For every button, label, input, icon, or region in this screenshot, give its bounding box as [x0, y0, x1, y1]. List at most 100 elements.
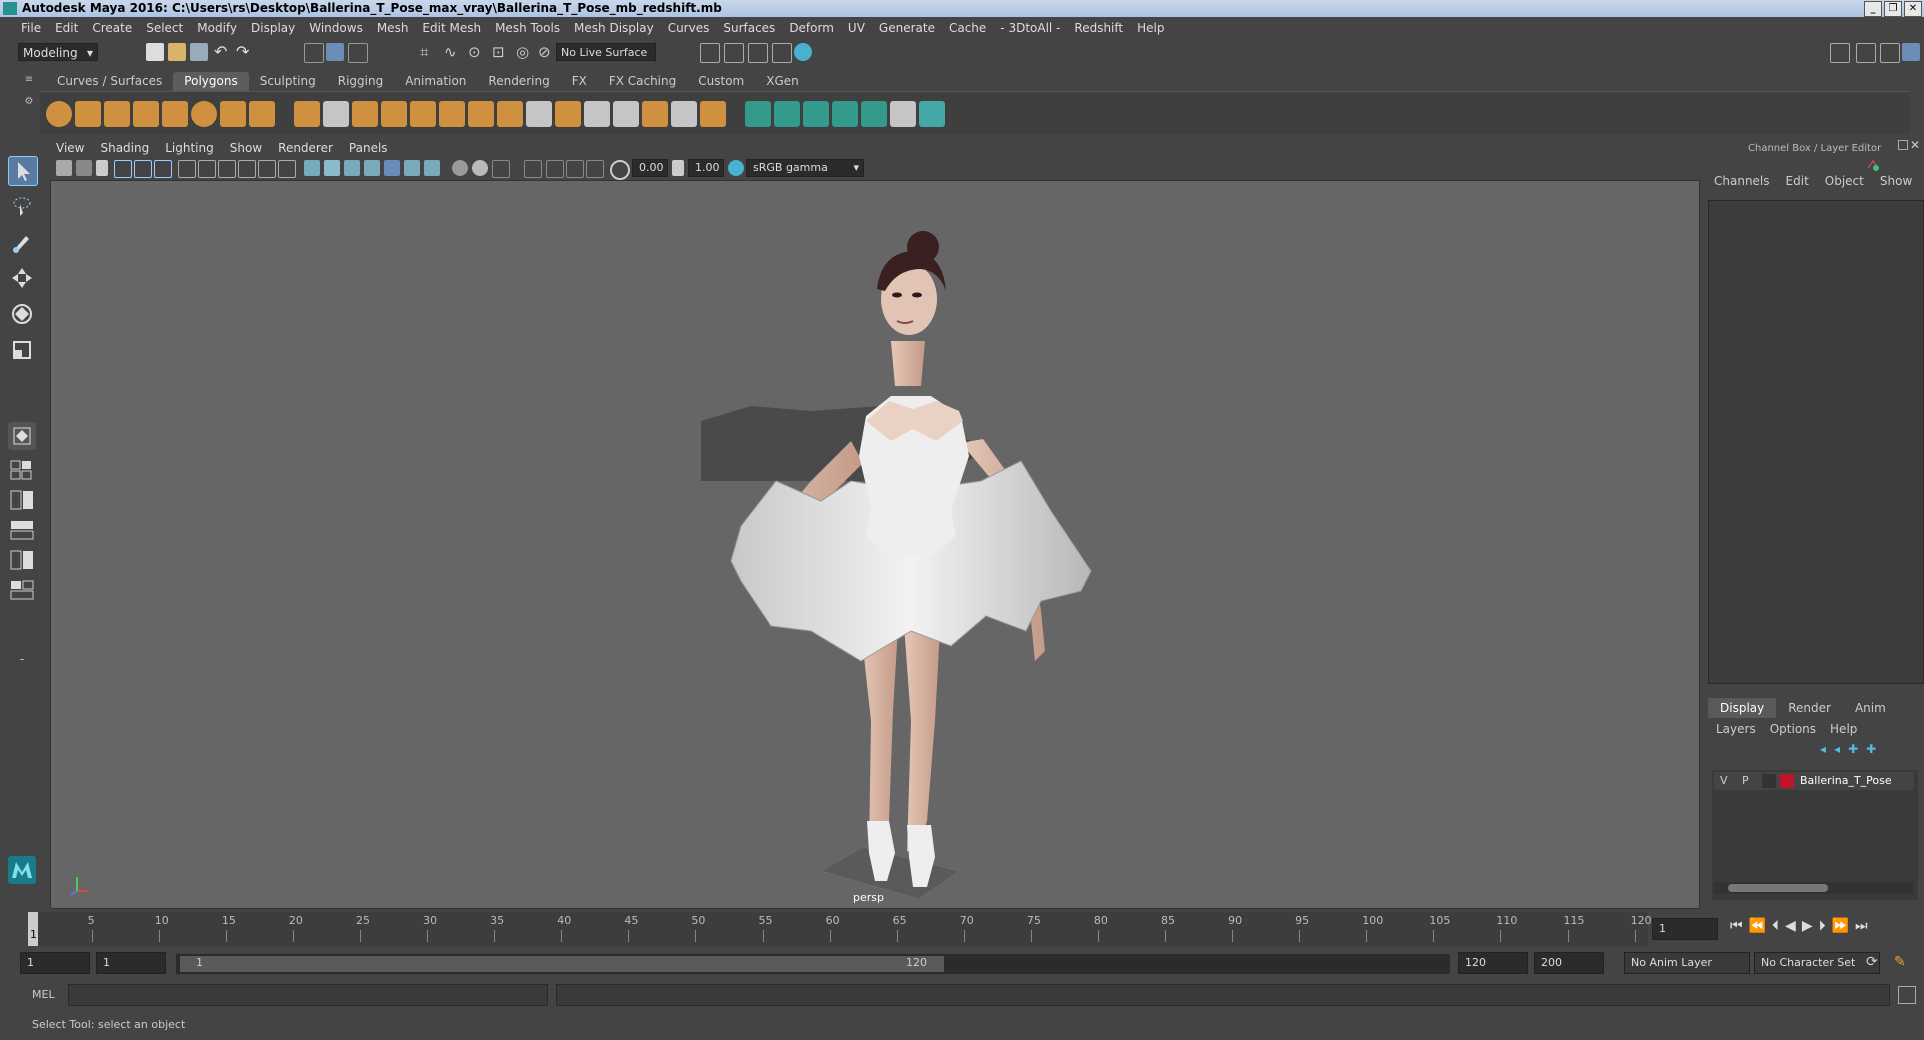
xray-joints-icon[interactable] — [546, 160, 564, 178]
animation-prefs-icon[interactable]: ✎ — [1894, 954, 1906, 970]
torus-icon[interactable] — [191, 101, 217, 127]
xray-icon[interactable] — [364, 160, 380, 176]
shelf-tab-fx[interactable]: FX — [561, 72, 598, 91]
automatic-uv-icon[interactable] — [832, 101, 858, 127]
character-set-dropdown[interactable]: No Character Set — [1754, 952, 1880, 974]
shelf-tab-sculpting[interactable]: Sculpting — [249, 72, 327, 91]
field-chart-icon[interactable] — [258, 160, 276, 178]
snap-grid-icon[interactable]: ⌗ — [420, 43, 438, 61]
menu-set-dropdown[interactable]: Modeling ▾ — [18, 43, 98, 61]
camera-icon[interactable] — [56, 160, 72, 176]
motion-blur-icon[interactable] — [472, 160, 488, 176]
layer-row-ballerina[interactable]: V P Ballerina_T_Pose — [1714, 772, 1914, 790]
single-view-layout-icon[interactable] — [8, 458, 36, 482]
viewport-menu-shading[interactable]: Shading — [92, 138, 157, 158]
antialiasing-icon[interactable] — [492, 160, 510, 178]
move-tool-icon[interactable] — [8, 264, 36, 292]
render-current-icon[interactable] — [724, 43, 744, 63]
command-language-label[interactable]: MEL — [32, 988, 55, 1001]
smooth-shade-icon[interactable] — [324, 160, 340, 176]
image-plane-icon[interactable] — [114, 160, 132, 178]
fill-hole-icon[interactable] — [642, 101, 668, 127]
wireframe-icon[interactable] — [304, 160, 320, 176]
grease-pencil-icon[interactable] — [154, 160, 172, 178]
snap-point-icon[interactable]: ⊙ — [468, 43, 486, 61]
shelf-tab-polygons[interactable]: Polygons — [173, 72, 249, 91]
playback-end-field[interactable]: 120 — [1458, 952, 1528, 974]
ipr-render-icon[interactable] — [748, 43, 768, 63]
shelf-tab-rigging[interactable]: Rigging — [327, 72, 394, 91]
step-back-frame-icon[interactable]: ⏴ — [1772, 918, 1779, 934]
uv-editor-icon[interactable] — [861, 101, 887, 127]
extrude-icon[interactable] — [410, 101, 436, 127]
play-backward-icon[interactable]: ◀ — [1785, 918, 1796, 934]
gate-mask-icon[interactable] — [238, 160, 256, 178]
menu-help[interactable]: Help — [1130, 21, 1171, 35]
menu-surfaces[interactable]: Surfaces — [716, 21, 782, 35]
shelf-tab-rendering[interactable]: Rendering — [477, 72, 560, 91]
maya-home-icon[interactable] — [8, 856, 36, 884]
viewport-menu-renderer[interactable]: Renderer — [270, 138, 341, 158]
open-scene-icon[interactable] — [168, 43, 186, 61]
outliner-layout-icon[interactable] — [8, 518, 36, 542]
select-tool-icon[interactable] — [8, 156, 38, 186]
safe-action-icon[interactable] — [278, 160, 296, 178]
menu-select[interactable]: Select — [139, 21, 190, 35]
viewport-menu-show[interactable]: Show — [222, 138, 270, 158]
cube-icon[interactable] — [75, 101, 101, 127]
2d-pan-zoom-icon[interactable] — [134, 160, 152, 178]
perspective-viewport[interactable]: persp — [50, 180, 1700, 909]
screen-space-ao-icon[interactable] — [452, 160, 468, 176]
shelf-menu-icon[interactable]: ≡ ⚙ — [22, 74, 36, 134]
exposure-icon[interactable] — [610, 160, 630, 180]
attribute-editor-icon[interactable] — [1856, 43, 1876, 63]
channel-box-toggle-icon[interactable] — [1866, 158, 1880, 172]
layer-menu-layers[interactable]: Layers — [1716, 722, 1756, 736]
layer-tab-render[interactable]: Render — [1776, 698, 1843, 718]
play-forward-icon[interactable]: ▶ — [1802, 918, 1813, 934]
bevel-icon[interactable] — [381, 101, 407, 127]
plane-icon[interactable] — [162, 101, 188, 127]
triangulate-icon[interactable] — [671, 101, 697, 127]
select-object-icon[interactable] — [326, 43, 344, 61]
restore-button[interactable]: ❐ — [1884, 1, 1902, 17]
camera-attributes-icon[interactable] — [76, 160, 92, 176]
exposure-field[interactable]: 0.00 — [632, 159, 668, 177]
more-layouts-icon[interactable]: - — [8, 652, 36, 672]
menu-redshift[interactable]: Redshift — [1067, 21, 1130, 35]
menu-windows[interactable]: Windows — [302, 21, 370, 35]
sphere-icon[interactable] — [46, 101, 72, 127]
layer-visible-toggle[interactable]: V — [1720, 774, 1728, 787]
gamma-icon[interactable] — [672, 160, 684, 176]
ballerina-model[interactable] — [51, 181, 1701, 910]
layer-reference-toggle[interactable] — [1762, 774, 1776, 788]
menu-mesh[interactable]: Mesh — [370, 21, 416, 35]
menu-deform[interactable]: Deform — [782, 21, 841, 35]
last-tool-icon[interactable] — [8, 422, 36, 450]
menu-cache[interactable]: Cache — [942, 21, 993, 35]
menu-file[interactable]: File — [14, 21, 48, 35]
persp-graph-layout-icon[interactable] — [8, 578, 36, 602]
command-input[interactable] — [68, 984, 548, 1006]
two-pane-layout-icon[interactable] — [8, 488, 36, 512]
auto-key-icon[interactable]: ⟳ — [1866, 954, 1878, 970]
new-layer-selected-icon[interactable]: ✚ — [1866, 742, 1876, 756]
checker-uv-icon[interactable] — [890, 101, 916, 127]
channel-menu-channels[interactable]: Channels — [1714, 174, 1770, 188]
menu-modify[interactable]: Modify — [190, 21, 244, 35]
move-layer-up-icon[interactable]: ◂ — [1820, 742, 1826, 756]
channel-menu-edit[interactable]: Edit — [1786, 174, 1809, 188]
move-layer-down-icon[interactable]: ◂ — [1834, 742, 1840, 756]
mirror-icon[interactable] — [584, 101, 610, 127]
close-button[interactable]: ✕ — [1904, 1, 1922, 17]
channel-box-icon[interactable] — [1902, 43, 1920, 61]
pyramid-icon[interactable] — [220, 101, 246, 127]
graph-layout-icon[interactable] — [8, 548, 36, 572]
cone-icon[interactable] — [133, 101, 159, 127]
combine-icon[interactable] — [294, 101, 320, 127]
snap-live-icon[interactable]: ⊘ — [538, 43, 556, 61]
select-hierarchy-icon[interactable] — [304, 43, 324, 63]
insert-edge-loop-icon[interactable] — [497, 101, 523, 127]
separate-icon[interactable] — [323, 101, 349, 127]
bookmark-icon[interactable] — [96, 160, 108, 176]
